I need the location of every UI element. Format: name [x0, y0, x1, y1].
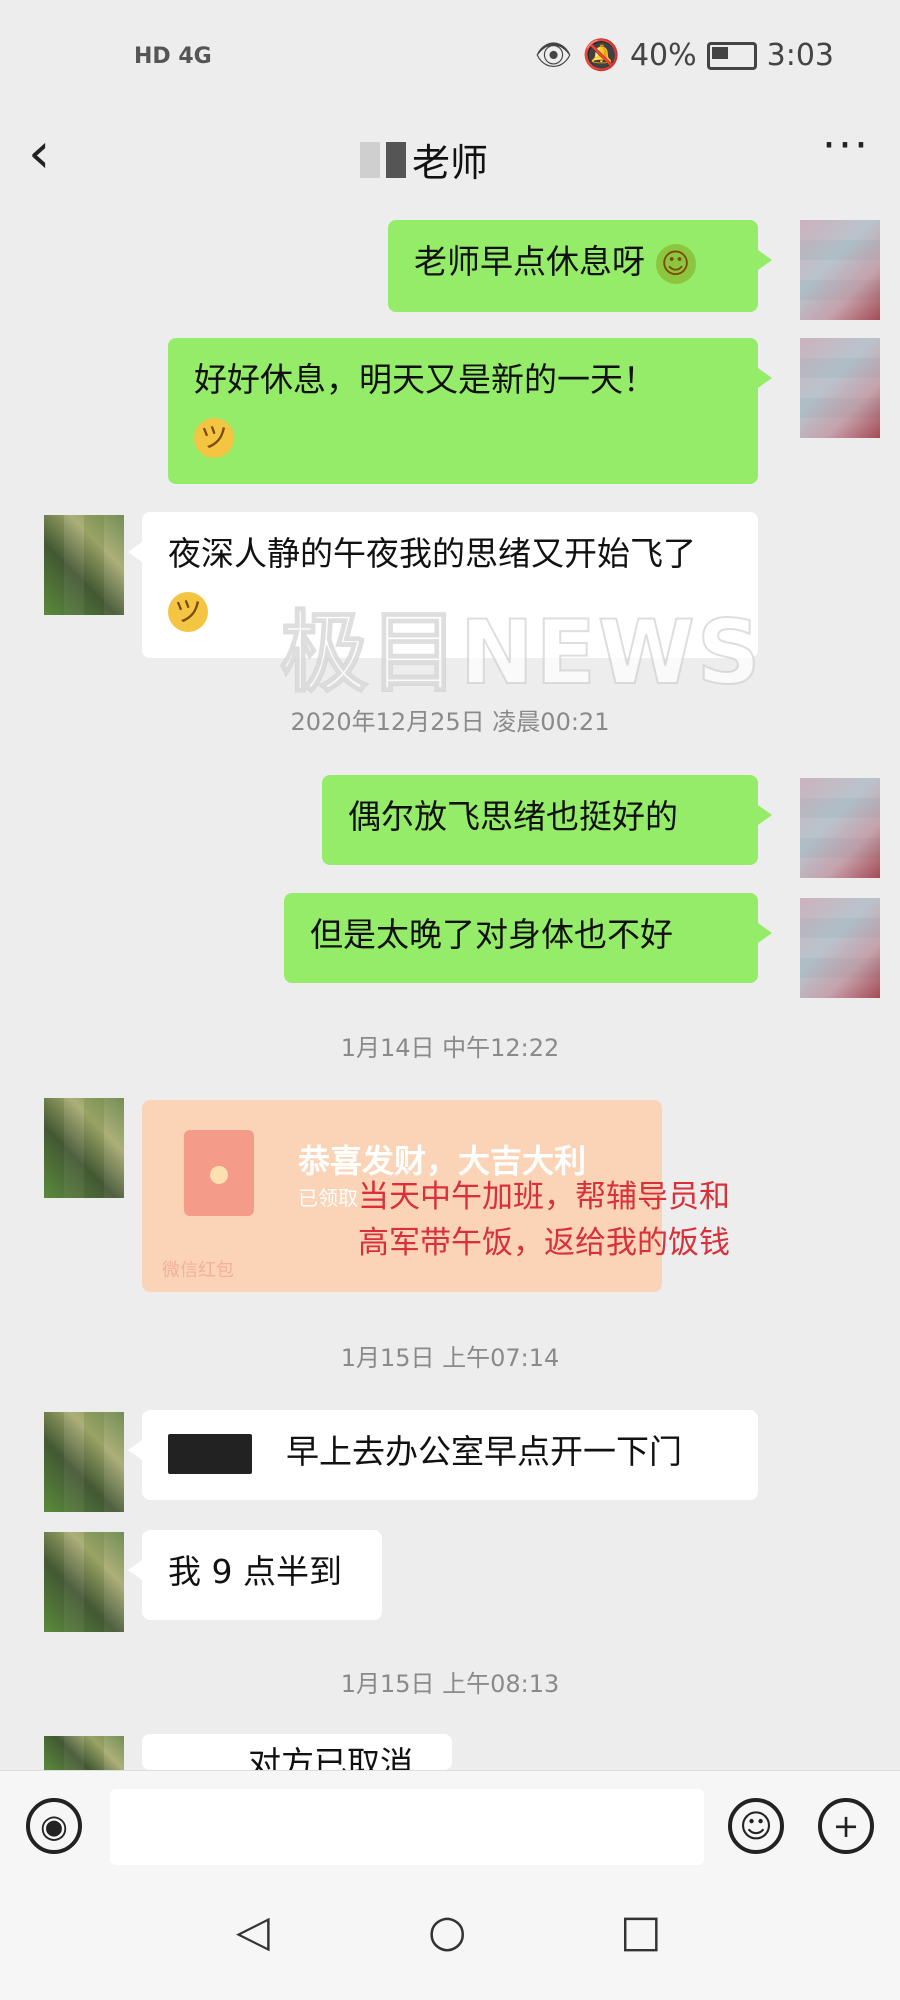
battery-icon [706, 41, 757, 70]
message-text: 我 9 点半到 [168, 1552, 342, 1591]
avatar-contact[interactable] [44, 1412, 124, 1512]
message-text: 对方已取消 [248, 1744, 413, 1770]
mute-icon: 🔕 [582, 38, 620, 73]
annotation-line: 高军带午饭，返给我的饭钱 [358, 1225, 730, 1261]
page-title: 老师 [412, 141, 489, 185]
avatar-self[interactable] [800, 338, 880, 438]
avatar-contact[interactable] [44, 1532, 124, 1632]
grin-emoji-icon: ツ [194, 417, 234, 458]
message-text: 老师早点休息呀 [414, 242, 645, 281]
voice-icon[interactable]: ◉ [26, 1798, 82, 1854]
clock: 3:03 [766, 38, 834, 73]
plus-icon[interactable]: + [818, 1798, 874, 1854]
network-indicator: HD 4G [134, 44, 212, 69]
message-bubble-sent[interactable]: 老师早点休息呀 ☺ [388, 220, 772, 312]
message-bubble-sent[interactable]: 偶尔放飞思绪也挺好的 [322, 775, 772, 865]
red-packet-footer: 微信红包 [162, 1260, 234, 1281]
status-right: 👁 🔕 40% 3:03 [534, 38, 834, 73]
chevron-left-icon[interactable]: ‹ [28, 124, 50, 184]
avatar-contact[interactable] [44, 515, 124, 615]
timestamp: 1月15日 上午07:14 [340, 1344, 560, 1372]
nav-recents-icon[interactable]: □ [620, 1906, 662, 1957]
avatar-self[interactable] [800, 220, 880, 320]
message-text: 夜深人静的午夜我的思绪又开始飞了 [168, 534, 696, 573]
redacted-name-block [360, 141, 380, 178]
avatar-self[interactable] [800, 898, 880, 998]
message-bubble-received[interactable]: 我 9 点半到 [128, 1530, 382, 1620]
message-text: 但是太晚了对身体也不好 [310, 915, 673, 954]
eye-icon: 👁 [534, 38, 573, 73]
red-envelope-icon [184, 1130, 254, 1216]
message-bubble-sent[interactable]: 但是太晚了对身体也不好 [284, 893, 772, 983]
status-bar: HD 4G 👁 🔕 40% 3:03 [0, 0, 900, 110]
chat-title: 老师 [360, 132, 488, 187]
nav-home-icon[interactable]: ○ [428, 1906, 466, 1957]
timestamp: 1月14日 中午12:22 [340, 1034, 560, 1062]
timestamp: 2020年12月25日 凌晨00:21 [290, 708, 610, 736]
message-bubble-sent[interactable]: 好好休息，明天又是新的一天！ ツ [168, 338, 772, 484]
message-bubble-received[interactable]: 早上去办公室早点开一下门 [128, 1410, 758, 1500]
message-text: 好好休息，明天又是新的一天！ [194, 360, 656, 399]
watermark: 极目NEWS [279, 600, 763, 705]
avatar-contact[interactable] [44, 1098, 124, 1198]
message-text: 早上去办公室早点开一下门 [286, 1432, 682, 1471]
message-input[interactable] [110, 1789, 704, 1865]
input-bar: ◉ ☺ + [0, 1770, 900, 1881]
timestamp: 1月15日 上午08:13 [340, 1670, 560, 1698]
redacted-block [168, 1433, 252, 1474]
system-nav-bar: ◁ ○ □ [0, 1880, 900, 2000]
annotation-overlay: 当天中午加班，帮辅导员和 高军带午饭，返给我的饭钱 [358, 1174, 730, 1266]
avatar-self[interactable] [800, 778, 880, 878]
more-dots-icon[interactable]: ··· [822, 120, 870, 171]
battery-percent: 40% [629, 38, 697, 73]
annotation-line: 当天中午加班，帮辅导员和 [358, 1179, 730, 1215]
redacted-name-block [386, 141, 406, 178]
avatar-contact[interactable] [44, 1736, 124, 1770]
red-packet-status: 已领取 [298, 1186, 358, 1210]
message-text: 偶尔放飞思绪也挺好的 [348, 797, 678, 836]
smiley-icon[interactable]: ☺ [728, 1798, 784, 1854]
grin-emoji-icon: ツ [168, 591, 208, 632]
nav-back-icon[interactable]: ◁ [236, 1906, 270, 1957]
chat-header: ‹ 老师 ··· [0, 110, 900, 205]
message-bubble-received[interactable]: 对方已取消 [142, 1734, 452, 1770]
hug-emoji-icon: ☺ [655, 243, 696, 284]
